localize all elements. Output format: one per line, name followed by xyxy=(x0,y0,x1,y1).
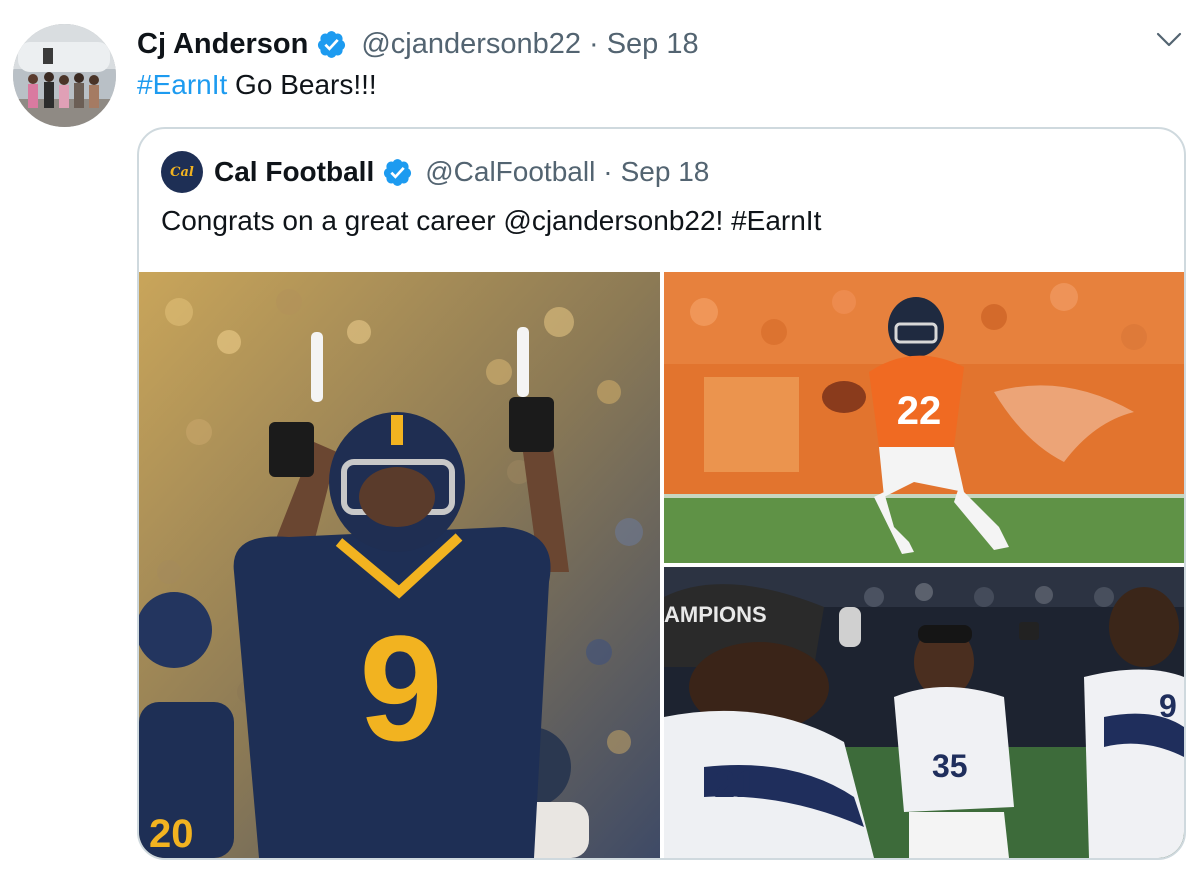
cap-text: AMPIONS xyxy=(664,602,767,627)
tweet-header: Cj Anderson @cjandersonb22 · Sep 18 xyxy=(137,24,699,64)
photo-cal-celebration-image: 20 9 xyxy=(139,272,660,858)
avatar-photo xyxy=(13,24,116,127)
jersey-right: 9 xyxy=(1159,688,1177,724)
jersey-number: 22 xyxy=(897,389,942,433)
photo-rams-celebration[interactable]: AMPIONS 21 35 9 xyxy=(664,567,1184,858)
separator-dot: · xyxy=(603,156,613,187)
photo-rams-celebration-image: AMPIONS 21 35 9 xyxy=(664,567,1184,858)
separator-dot: · xyxy=(589,27,599,60)
author-name[interactable]: Cj Anderson xyxy=(137,28,308,61)
chevron-down-icon[interactable] xyxy=(1154,28,1184,52)
tweet-date[interactable]: Sep 18 xyxy=(607,28,699,61)
author-handle[interactable]: @cjandersonb22 xyxy=(361,28,581,61)
jersey-left: 21 xyxy=(714,764,756,806)
tweet-text: #EarnIt Go Bears!!! xyxy=(137,69,377,101)
quoted-author-name[interactable]: Cal Football xyxy=(214,156,374,188)
verified-badge-icon xyxy=(384,158,412,186)
verified-badge-icon xyxy=(318,30,346,58)
quoted-author-handle[interactable]: @CalFootball xyxy=(425,156,595,188)
jersey-number: 9 xyxy=(359,604,442,772)
media-grid: 20 9 22 AMPIONS 21 35 9 xyxy=(139,272,1184,858)
photo-broncos-run[interactable]: 22 xyxy=(664,272,1184,563)
author-avatar[interactable] xyxy=(13,24,116,127)
photo-cal-celebration[interactable]: 20 9 xyxy=(139,272,660,858)
jersey-center: 35 xyxy=(932,748,968,784)
cal-football-avatar[interactable]: Cal xyxy=(161,151,203,193)
photo-broncos-run-image: 22 xyxy=(664,272,1184,563)
tweet-text-rest: Go Bears!!! xyxy=(227,69,377,100)
svg-text:20: 20 xyxy=(149,812,194,856)
hashtag-link[interactable]: #EarnIt xyxy=(137,69,227,100)
avatar-logo-text: Cal xyxy=(170,165,194,180)
quoted-tweet-date[interactable]: Sep 18 xyxy=(621,156,710,188)
quoted-tweet-header: Cal Cal Football @CalFootball · Sep 18 xyxy=(161,151,709,193)
quoted-tweet[interactable]: Cal Cal Football @CalFootball · Sep 18 C… xyxy=(137,127,1186,860)
quoted-tweet-text: Congrats on a great career @cjandersonb2… xyxy=(161,205,822,236)
